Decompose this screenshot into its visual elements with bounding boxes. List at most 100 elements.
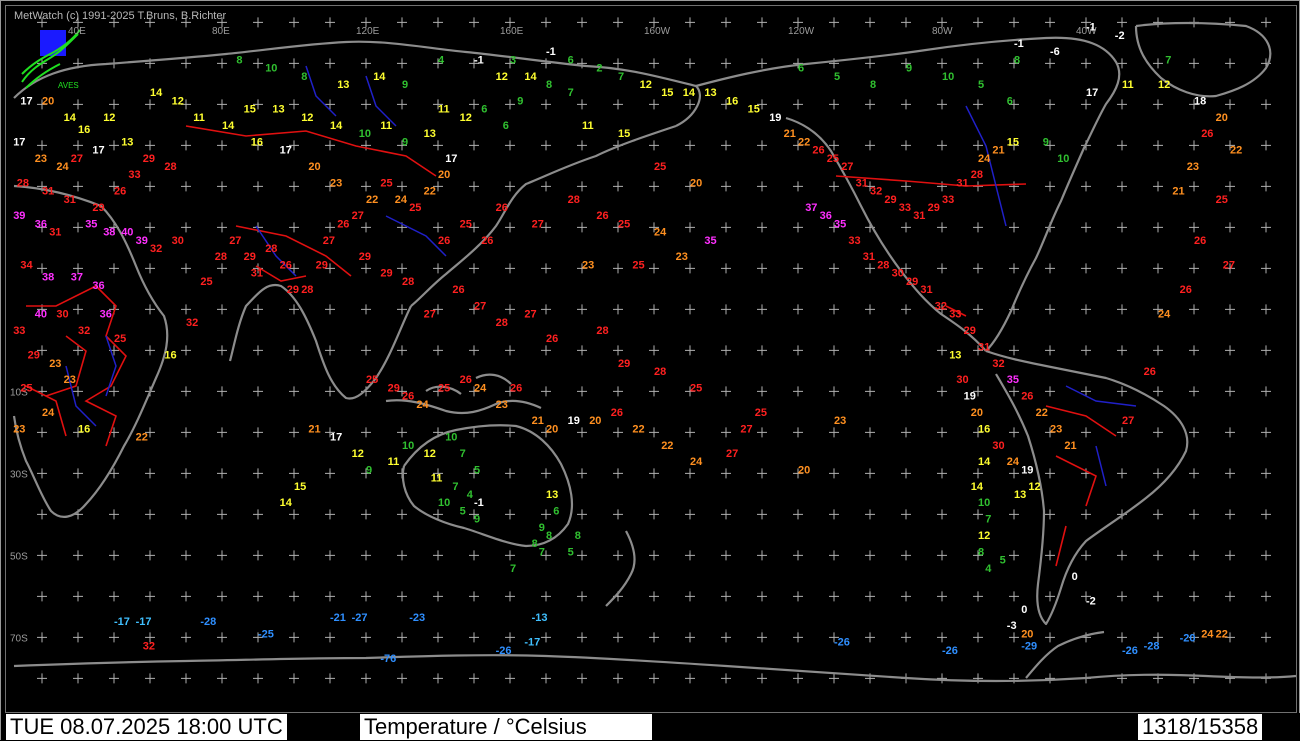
- temperature-reading[interactable]: 25: [114, 333, 126, 345]
- temperature-reading[interactable]: 9: [474, 514, 480, 526]
- temperature-reading[interactable]: 20: [1021, 628, 1033, 640]
- temperature-reading[interactable]: 7: [1165, 54, 1171, 66]
- temperature-reading[interactable]: 11: [388, 456, 400, 468]
- temperature-reading[interactable]: 28: [164, 161, 176, 173]
- temperature-reading[interactable]: 14: [330, 120, 343, 132]
- temperature-reading[interactable]: 33: [942, 194, 954, 206]
- temperature-reading[interactable]: 6: [1007, 95, 1013, 107]
- temperature-reading[interactable]: 26: [460, 374, 472, 386]
- temperature-reading[interactable]: 14: [222, 120, 235, 132]
- temperature-reading[interactable]: 33: [848, 235, 860, 247]
- temperature-reading[interactable]: 26: [596, 210, 608, 222]
- temperature-reading[interactable]: 10: [978, 497, 990, 509]
- temperature-reading[interactable]: 31: [856, 177, 868, 189]
- temperature-reading[interactable]: 31: [251, 268, 263, 280]
- temperature-reading[interactable]: 17: [13, 136, 25, 148]
- temperature-reading[interactable]: -1: [1086, 22, 1096, 34]
- temperature-reading[interactable]: 27: [424, 309, 436, 321]
- temperature-reading[interactable]: 23: [496, 399, 508, 411]
- temperature-reading[interactable]: 31: [42, 186, 54, 198]
- temperature-reading[interactable]: 40: [121, 227, 133, 239]
- temperature-reading[interactable]: 17: [330, 432, 342, 444]
- temperature-reading[interactable]: 21: [308, 423, 320, 435]
- temperature-reading[interactable]: 7: [539, 546, 545, 558]
- temperature-reading[interactable]: 20: [438, 169, 450, 181]
- temperature-reading[interactable]: 8: [575, 530, 581, 542]
- temperature-reading[interactable]: 32: [78, 325, 90, 337]
- temperature-reading[interactable]: 14: [524, 71, 537, 83]
- temperature-reading[interactable]: 10: [445, 432, 457, 444]
- temperature-reading[interactable]: 9: [366, 464, 372, 476]
- temperature-reading[interactable]: 27: [726, 448, 738, 460]
- temperature-reading[interactable]: 8: [546, 79, 552, 91]
- temperature-reading[interactable]: 12: [460, 112, 472, 124]
- temperature-reading[interactable]: 10: [942, 71, 954, 83]
- temperature-reading[interactable]: 8: [546, 530, 552, 542]
- temperature-reading[interactable]: 21: [1172, 186, 1184, 198]
- temperature-reading[interactable]: 5: [474, 464, 480, 476]
- temperature-reading[interactable]: -1: [474, 54, 484, 66]
- temperature-reading[interactable]: 22: [366, 194, 378, 206]
- temperature-reading[interactable]: -17: [136, 616, 152, 628]
- temperature-reading[interactable]: 25: [200, 276, 212, 288]
- temperature-reading[interactable]: 15: [244, 104, 256, 116]
- temperature-reading[interactable]: 16: [251, 136, 263, 148]
- temperature-reading[interactable]: 10: [402, 440, 414, 452]
- temperature-reading[interactable]: 29: [28, 350, 40, 362]
- temperature-reading[interactable]: 28: [568, 194, 580, 206]
- temperature-reading[interactable]: 36: [100, 309, 112, 321]
- temperature-reading[interactable]: 32: [150, 243, 162, 255]
- temperature-reading[interactable]: 11: [193, 112, 205, 124]
- temperature-reading[interactable]: 22: [661, 440, 673, 452]
- temperature-reading[interactable]: 12: [301, 112, 313, 124]
- temperature-reading[interactable]: 5: [568, 546, 574, 558]
- temperature-reading[interactable]: 27: [474, 300, 486, 312]
- temperature-reading[interactable]: -25: [258, 628, 274, 640]
- temperature-reading[interactable]: 7: [452, 481, 458, 493]
- temperature-reading[interactable]: 4: [985, 563, 992, 575]
- temperature-reading[interactable]: 23: [582, 259, 594, 271]
- temperature-reading[interactable]: 13: [704, 87, 716, 99]
- temperature-reading[interactable]: 22: [424, 186, 436, 198]
- temperature-reading[interactable]: 11: [582, 120, 594, 132]
- temperature-reading[interactable]: 26: [510, 382, 522, 394]
- temperature-reading[interactable]: 27: [841, 161, 853, 173]
- temperature-reading[interactable]: 28: [496, 317, 508, 329]
- temperature-reading[interactable]: 25: [618, 218, 630, 230]
- temperature-reading[interactable]: 11: [1122, 79, 1134, 91]
- temperature-reading[interactable]: 12: [424, 448, 436, 460]
- temperature-reading[interactable]: 29: [884, 194, 896, 206]
- temperature-reading[interactable]: 28: [402, 276, 414, 288]
- temperature-reading[interactable]: 22: [136, 432, 148, 444]
- temperature-reading[interactable]: 28: [877, 259, 889, 271]
- temperature-reading[interactable]: -1: [546, 46, 556, 58]
- temperature-reading[interactable]: 6: [481, 104, 487, 116]
- temperature-reading[interactable]: 30: [992, 440, 1004, 452]
- temperature-reading[interactable]: 5: [1000, 555, 1006, 567]
- temperature-reading[interactable]: 35: [704, 235, 716, 247]
- temperature-reading[interactable]: 16: [726, 95, 738, 107]
- temperature-reading[interactable]: 12: [1158, 79, 1170, 91]
- temperature-reading[interactable]: 14: [150, 87, 163, 99]
- temperature-reading[interactable]: 16: [978, 423, 990, 435]
- temperature-reading[interactable]: 8: [236, 54, 242, 66]
- temperature-reading[interactable]: 26: [481, 235, 493, 247]
- temperature-reading[interactable]: 28: [301, 284, 313, 296]
- temperature-reading[interactable]: 26: [337, 218, 349, 230]
- temperature-reading[interactable]: 36: [92, 280, 104, 292]
- temperature-reading[interactable]: -17: [114, 616, 130, 628]
- temperature-reading[interactable]: -28: [1144, 641, 1160, 653]
- temperature-reading[interactable]: 15: [618, 128, 630, 140]
- temperature-reading[interactable]: 9: [1043, 136, 1049, 148]
- temperature-reading[interactable]: 13: [337, 79, 349, 91]
- temperature-reading[interactable]: 28: [265, 243, 277, 255]
- temperature-reading[interactable]: 27: [229, 235, 241, 247]
- temperature-reading[interactable]: 32: [935, 300, 947, 312]
- temperature-reading[interactable]: 15: [294, 481, 306, 493]
- temperature-reading[interactable]: 31: [978, 341, 990, 353]
- temperature-reading[interactable]: 24: [690, 456, 703, 468]
- temperature-reading[interactable]: 2: [596, 63, 602, 75]
- temperature-reading[interactable]: 35: [85, 218, 97, 230]
- temperature-reading[interactable]: 24: [416, 399, 429, 411]
- temperature-reading[interactable]: 22: [632, 423, 644, 435]
